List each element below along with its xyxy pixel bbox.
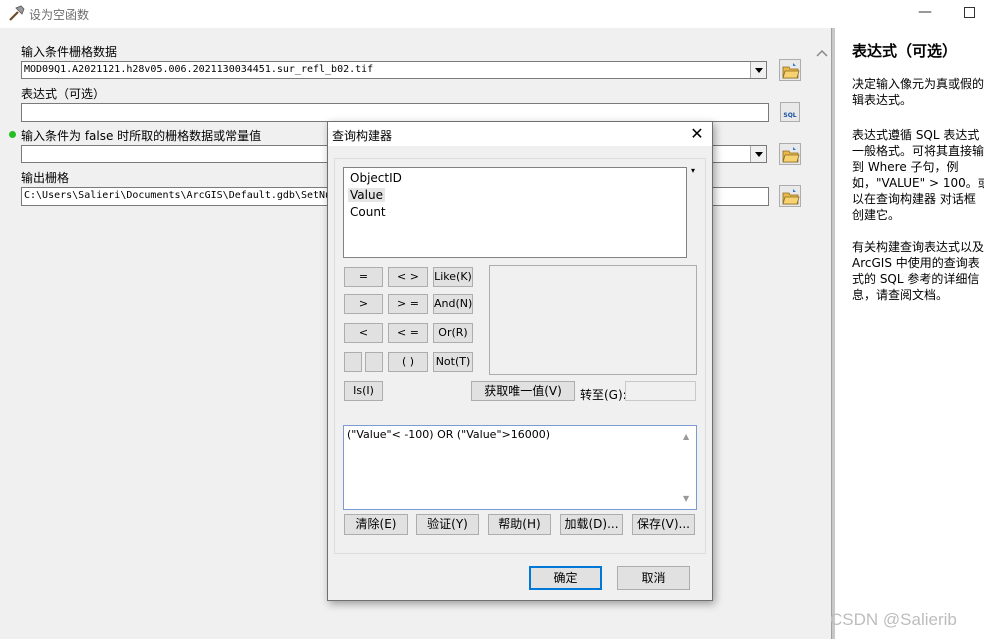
false-raster-label: 输入条件为 false 时所取的栅格数据或常量值	[21, 129, 262, 143]
blank-operator-button[interactable]	[344, 352, 362, 372]
or-button[interactable]: Or(R)	[433, 323, 473, 343]
browse-output-raster-button[interactable]	[779, 185, 801, 207]
is-button[interactable]: Is(I)	[344, 381, 383, 401]
help-title: 表达式（可选）	[852, 42, 958, 60]
expression-textarea[interactable]: ("Value"< -100) OR ("Value">16000) ▲ ▼	[343, 425, 697, 510]
open-folder-icon	[782, 63, 800, 79]
not-button[interactable]: Not(T)	[433, 352, 473, 372]
list-item[interactable]: Count	[350, 205, 386, 219]
less-than-button[interactable]: <	[344, 323, 383, 343]
window-title: 设为空函数	[29, 8, 90, 22]
sql-icon: SQL	[783, 112, 797, 119]
save-button[interactable]: 保存(V)...	[632, 514, 695, 535]
list-item[interactable]: Value	[348, 188, 385, 202]
browse-false-raster-button[interactable]	[779, 143, 801, 165]
goto-label: 转至(G):	[580, 388, 627, 402]
browse-input-raster-button[interactable]	[779, 59, 801, 81]
watermark: CSDN @Salierib	[830, 610, 957, 629]
chevron-down-icon[interactable]	[750, 146, 766, 162]
help-button[interactable]: 帮助(H)	[488, 514, 551, 535]
ok-button[interactable]: 确定	[529, 566, 602, 590]
equals-button[interactable]: =	[344, 267, 383, 287]
help-paragraph: 表达式遵循 SQL 表达式 一般格式。可将其直接输 到 Where 子句，例 如…	[852, 128, 984, 222]
maximize-icon	[964, 7, 975, 18]
dialog-titlebar: 查询构建器 ✕	[328, 122, 712, 146]
window-titlebar: 设为空函数 —	[0, 0, 984, 28]
blank-operator-button[interactable]	[365, 352, 383, 372]
help-paragraph: 决定输入像元为真或假的 辑表达式。	[852, 77, 984, 107]
input-raster-value: MOD09Q1.A2021121.h28v05.006.202113003445…	[24, 64, 374, 75]
query-builder-dialog: 查询构建器 ✕ ObjectID Value Count ▾ = < > Lik…	[327, 121, 713, 601]
greater-than-button[interactable]: >	[344, 294, 383, 314]
list-item[interactable]: ObjectID	[350, 171, 402, 185]
maximize-button[interactable]	[958, 4, 982, 24]
open-folder-icon	[782, 189, 800, 205]
close-icon[interactable]: ✕	[686, 124, 708, 144]
get-unique-values-button[interactable]: 获取唯一值(V)	[471, 381, 575, 401]
and-button[interactable]: And(N)	[433, 294, 473, 314]
field-list[interactable]: ObjectID Value Count	[343, 167, 687, 258]
goto-input[interactable]	[625, 381, 696, 401]
verify-button[interactable]: 验证(Y)	[416, 514, 479, 535]
not-equals-button[interactable]: < >	[388, 267, 428, 287]
clear-button[interactable]: 清除(E)	[344, 514, 408, 535]
help-panel	[835, 28, 984, 639]
parentheses-button[interactable]: ( )	[388, 352, 428, 372]
load-button[interactable]: 加载(D)...	[560, 514, 623, 535]
open-folder-icon	[782, 147, 800, 163]
unique-values-list[interactable]	[489, 265, 697, 375]
dialog-title: 查询构建器	[332, 129, 393, 143]
minimize-button[interactable]: —	[910, 4, 940, 24]
sql-builder-button[interactable]: SQL	[780, 102, 800, 122]
less-equal-button[interactable]: < =	[388, 323, 428, 343]
scroll-up-icon[interactable]: ▲	[683, 432, 689, 441]
expression-label: 表达式（可选）	[21, 87, 106, 101]
hammer-icon	[9, 5, 25, 21]
cancel-button[interactable]: 取消	[617, 566, 690, 590]
status-dot	[9, 131, 16, 138]
chevron-down-icon[interactable]: ▾	[691, 166, 695, 175]
input-raster-dropdown[interactable]: MOD09Q1.A2021121.h28v05.006.202113003445…	[21, 61, 767, 79]
output-raster-label: 输出栅格	[21, 171, 70, 185]
expression-input[interactable]	[21, 103, 769, 122]
greater-equal-button[interactable]: > =	[388, 294, 428, 314]
chevron-down-icon[interactable]	[750, 62, 766, 78]
scroll-down-icon[interactable]: ▼	[683, 494, 689, 503]
help-paragraph: 有关构建查询表达式以及 ArcGIS 中使用的查询表 式的 SQL 参考的详细信…	[852, 240, 984, 302]
like-button[interactable]: Like(K)	[433, 267, 473, 287]
scroll-up-icon[interactable]	[815, 47, 829, 59]
input-raster-label: 输入条件栅格数据	[21, 45, 118, 59]
expression-text: ("Value"< -100) OR ("Value">16000)	[347, 428, 551, 441]
